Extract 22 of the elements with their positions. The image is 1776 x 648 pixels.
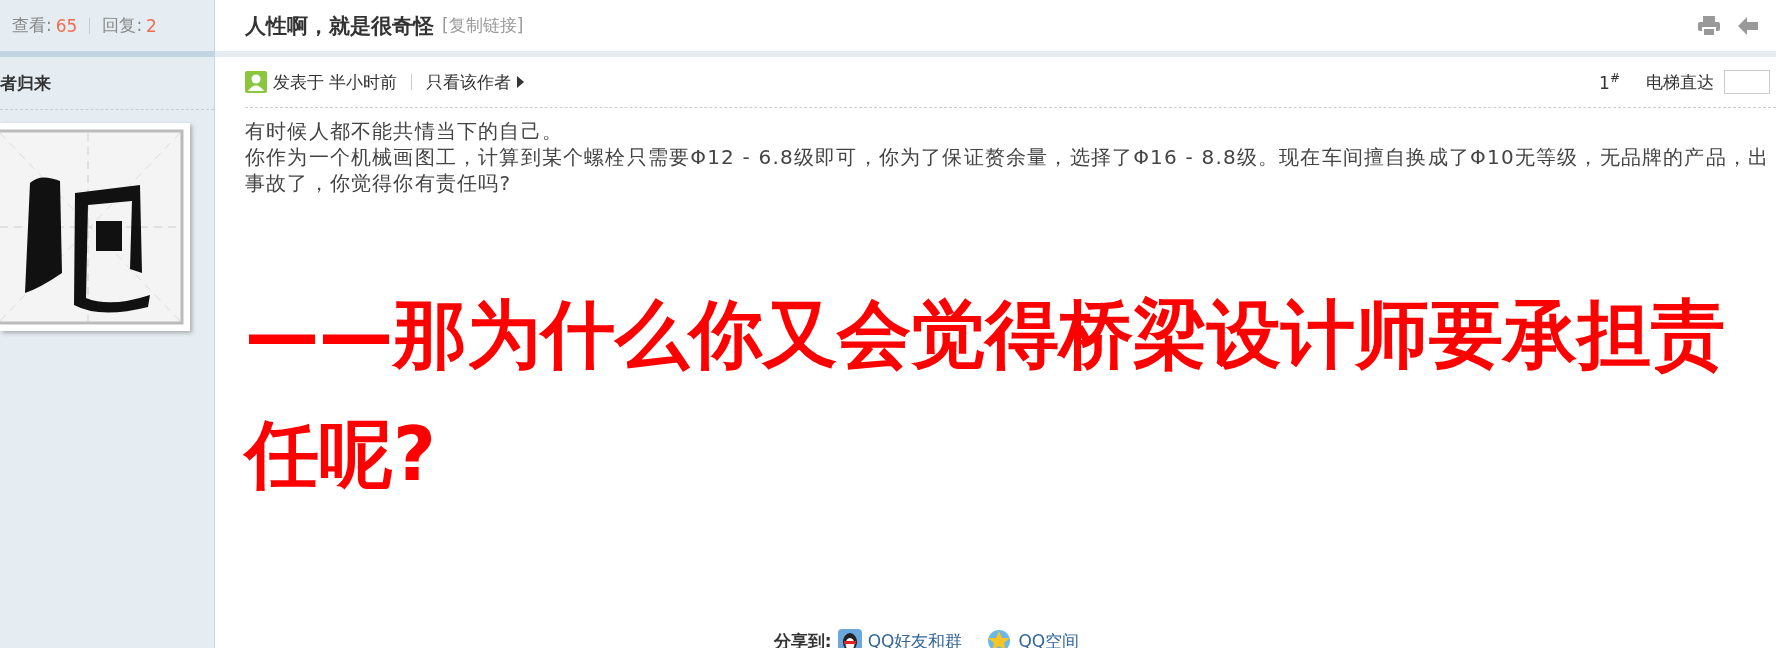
author-name[interactable]: 者归来 xyxy=(0,71,51,95)
post-time: 发表于 半小时前 xyxy=(273,70,398,94)
only-author-link[interactable]: 只看该作者 xyxy=(426,70,512,94)
floor-input[interactable] xyxy=(1724,70,1770,94)
jump-label: 电梯直达 xyxy=(1646,70,1714,94)
print-icon[interactable] xyxy=(1698,15,1720,36)
stat-value: 65 xyxy=(55,15,78,36)
stat-label: 回复: xyxy=(102,14,143,37)
share-link[interactable]: QQ空间 xyxy=(1018,629,1080,648)
floor-number: 1$^{#}$ xyxy=(1599,71,1620,93)
post-text: 你作为一个机械画图工，计算到某个螺栓只需要Φ12 - 6.8级即可，你为了保证赘余量，选择了Φ16 - 8.8级。现在车间擅自换成了Φ10无等级，无品牌的产品，出 xyxy=(245,144,1771,170)
stat-value: 2 xyxy=(146,15,157,36)
star-icon xyxy=(986,629,1013,648)
post-text: 有时候人都不能共情当下的自己。 xyxy=(245,118,564,144)
user-icon xyxy=(245,71,267,93)
thread-title: 人性啊，就是很奇怪 xyxy=(245,12,434,40)
headline-text: ——那为什么你又会觉得桥梁设计师要承担责 xyxy=(245,290,1726,379)
caret-icon xyxy=(517,76,525,88)
stat-label: 查看: xyxy=(12,14,52,37)
headline-text: 任呢? xyxy=(245,410,437,499)
back-arrow-icon[interactable] xyxy=(1738,16,1758,35)
post-text: 事故了，你觉得你有责任吗? xyxy=(245,170,513,196)
